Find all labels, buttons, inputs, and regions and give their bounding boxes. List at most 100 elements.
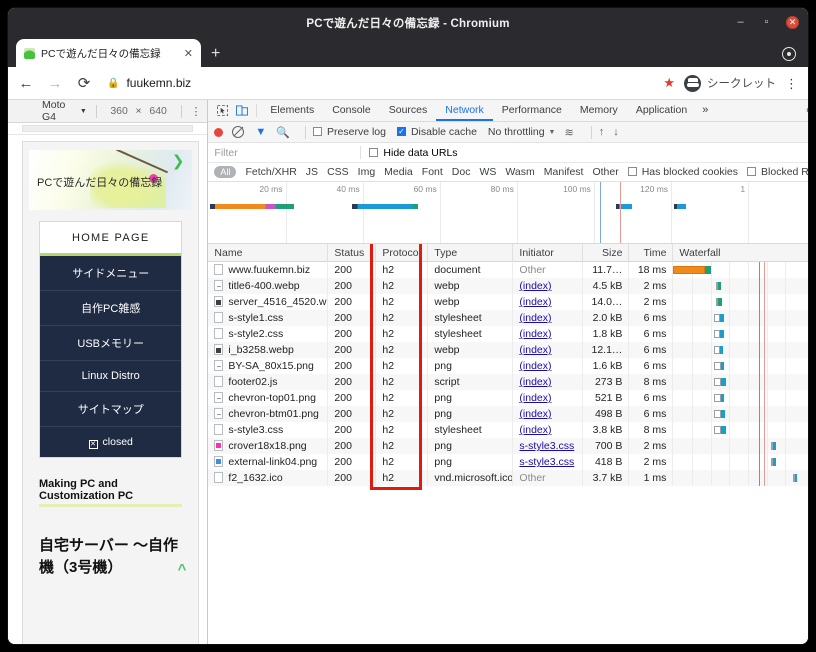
profile-pin-icon[interactable]	[782, 47, 796, 61]
throttling-select[interactable]: No throttling	[488, 126, 545, 138]
type-filter-doc[interactable]: Doc	[452, 166, 471, 178]
devtools-more-tabs-icon[interactable]: »	[696, 100, 714, 121]
table-row[interactable]: chevron-top01.png 200 h2 png (index) 521 B6 m…	[208, 390, 808, 406]
column-header-status[interactable]: Status	[328, 244, 377, 262]
column-header-protocol[interactable]: Protocol	[376, 244, 429, 262]
clear-icon[interactable]	[232, 126, 245, 138]
browser-menu-button[interactable]: ⋮	[785, 77, 798, 90]
devtools-tab-application[interactable]: Application	[627, 100, 696, 121]
cell-initiator[interactable]: (index)	[513, 294, 584, 310]
type-filter-wasm[interactable]: Wasm	[505, 166, 534, 178]
cell-initiator[interactable]: (index)	[513, 374, 584, 390]
initiator-link[interactable]: (index)	[519, 424, 551, 436]
column-header-name[interactable]: Name	[208, 244, 329, 262]
initiator-link[interactable]: (index)	[519, 296, 551, 308]
hide-data-urls-checkbox[interactable]: Hide data URLs	[369, 147, 458, 159]
blocked-requests-checkbox[interactable]: Blocked Requests	[747, 166, 808, 178]
filter-input[interactable]: Filter	[214, 147, 352, 159]
initiator-link[interactable]: (index)	[519, 312, 551, 324]
devtools-tab-sources[interactable]: Sources	[380, 100, 437, 121]
table-row[interactable]: chevron-btm01.png 200 h2 png (index) 498 B6 m…	[208, 406, 808, 422]
throttling-caret-icon[interactable]: ▼	[549, 129, 556, 136]
menu-item-3[interactable]: Linux Distro	[40, 361, 182, 392]
device-height-input[interactable]: 640	[145, 105, 172, 117]
table-row[interactable]: s-style1.css 200 h2 stylesheet (index) 2.0 kB…	[208, 310, 808, 326]
type-filter-media[interactable]: Media	[384, 166, 413, 178]
table-row[interactable]: i_b3258.webp 200 h2 webp (index) 12.1… 6 ms	[208, 342, 808, 358]
forward-button[interactable]: →	[47, 76, 63, 91]
column-header-time[interactable]: Time	[629, 244, 674, 262]
menu-item-2[interactable]: USBメモリー	[40, 326, 182, 361]
column-header-initiator[interactable]: Initiator	[513, 244, 584, 262]
table-row[interactable]: crover18x18.png 200 h2 png s-style3.css 700 B…	[208, 438, 808, 454]
disable-cache-checkbox[interactable]: Disable cache	[396, 126, 477, 138]
initiator-link[interactable]: s-style3.css	[519, 456, 574, 468]
inspect-element-icon[interactable]	[212, 100, 232, 121]
type-filter-manifest[interactable]: Manifest	[544, 166, 584, 178]
scroll-top-chevron-icon[interactable]: ^	[178, 559, 187, 581]
table-row[interactable]: footer02.js 200 h2 script (index) 273 B8 ms	[208, 374, 808, 390]
device-model-caret-icon[interactable]: ▼	[80, 108, 87, 115]
network-timeline-overview[interactable]: 20 ms 40 ms 60 ms 80 ms 100 ms 120 ms 1	[208, 182, 808, 244]
cell-initiator[interactable]: (index)	[513, 406, 584, 422]
cell-initiator[interactable]: (index)	[513, 422, 584, 438]
cell-initiator[interactable]: s-style3.css	[513, 454, 584, 470]
hero-chevron-down-icon[interactable]: ❯	[172, 154, 185, 169]
table-row[interactable]: title6-400.webp 200 h2 webp (index) 4.5 kB 2 m…	[208, 278, 808, 294]
menu-item-closed[interactable]: ✕ closed	[40, 427, 182, 457]
device-menu-button[interactable]: ⋮	[190, 105, 201, 118]
type-filter-img[interactable]: Img	[358, 166, 376, 178]
new-tab-button[interactable]: +	[211, 46, 220, 62]
type-filter-fetch-xhr[interactable]: Fetch/XHR	[245, 166, 296, 178]
table-row[interactable]: s-style2.css 200 h2 stylesheet (index) 1.8 kB…	[208, 326, 808, 342]
devtools-tab-elements[interactable]: Elements	[261, 100, 323, 121]
initiator-link[interactable]: (index)	[519, 376, 551, 388]
devtools-tab-memory[interactable]: Memory	[571, 100, 627, 121]
cell-initiator[interactable]: (index)	[513, 278, 584, 294]
menu-item-home-page[interactable]: HOME PAGE	[40, 222, 182, 256]
table-row[interactable]: server_4516_4520.w… 200 h2 webp (index) 14.0……	[208, 294, 808, 310]
table-row[interactable]: BY-SA_80x15.png 200 h2 png (index) 1.6 kB 6 ms	[208, 358, 808, 374]
cell-initiator[interactable]: (index)	[513, 310, 584, 326]
browser-tab[interactable]: PCで遊んだ日々の備忘録 ✕	[16, 39, 201, 67]
search-icon[interactable]: 🔍	[276, 126, 290, 139]
network-conditions-icon[interactable]: ≋	[564, 126, 573, 139]
initiator-link[interactable]: (index)	[519, 280, 551, 292]
type-filter-other[interactable]: Other	[592, 166, 618, 178]
initiator-link[interactable]: s-style3.css	[519, 440, 574, 452]
table-row[interactable]: s-style3.css 200 h2 stylesheet (index) 3.8 kB…	[208, 422, 808, 438]
cell-initiator[interactable]: s-style3.css	[513, 438, 584, 454]
initiator-link[interactable]: (index)	[519, 392, 551, 404]
device-toolbar-toggle-icon[interactable]	[232, 100, 252, 121]
column-header-type[interactable]: Type	[428, 244, 514, 262]
menu-item-1[interactable]: 自作PC雑感	[40, 291, 182, 326]
devtools-tab-console[interactable]: Console	[323, 100, 380, 121]
table-row[interactable]: www.fuukemn.biz 200 h2 document Other 11.7… 18…	[208, 262, 808, 278]
cell-initiator[interactable]: (index)	[513, 342, 584, 358]
bookmark-star-icon[interactable]: ★	[663, 75, 675, 91]
type-filter-font[interactable]: Font	[422, 166, 443, 178]
type-filter-js[interactable]: JS	[306, 166, 318, 178]
devtools-tab-network[interactable]: Network	[436, 100, 493, 121]
url-input[interactable]: 🔒 fuukemn.biz	[107, 76, 650, 90]
gear-icon[interactable]: ⚙	[806, 104, 808, 117]
device-width-input[interactable]: 360	[106, 105, 133, 117]
column-header-waterfall[interactable]: Waterfall ▲	[673, 244, 808, 262]
cell-initiator[interactable]: (index)	[513, 390, 584, 406]
maximize-button[interactable]: ▫	[760, 16, 773, 29]
table-row[interactable]: f2_1632.ico 200 h2 vnd.microsoft.icon Other 3…	[208, 470, 808, 486]
record-button-icon[interactable]	[214, 127, 224, 137]
cell-initiator[interactable]: (index)	[513, 326, 584, 342]
incognito-indicator[interactable]: シークレット	[684, 74, 776, 92]
import-har-icon[interactable]: ↑	[599, 126, 605, 138]
device-model-select[interactable]: Moto G4	[42, 99, 76, 123]
cell-initiator[interactable]: (index)	[513, 358, 584, 374]
reload-button[interactable]: ⟳	[76, 76, 92, 91]
table-row[interactable]: external-link04.png 200 h2 png s-style3.css 4…	[208, 454, 808, 470]
export-har-icon[interactable]: ↓	[613, 126, 619, 138]
devtools-tab-performance[interactable]: Performance	[493, 100, 571, 121]
filter-icon[interactable]: ▼	[255, 126, 266, 138]
type-filter-ws[interactable]: WS	[479, 166, 496, 178]
preserve-log-checkbox[interactable]: Preserve log	[313, 126, 386, 138]
type-filter-all[interactable]: All	[214, 166, 237, 178]
